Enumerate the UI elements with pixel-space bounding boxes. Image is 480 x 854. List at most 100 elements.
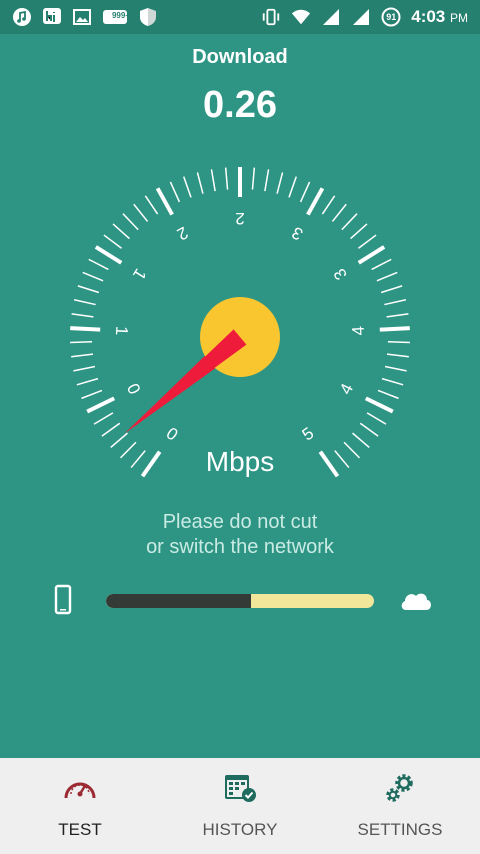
gauge-minor-tick xyxy=(112,223,130,240)
nav-label-history: HISTORY xyxy=(202,820,278,839)
gauge-scale-label: 0 xyxy=(123,381,144,398)
gauge-major-tick xyxy=(86,396,116,414)
gauge-minor-tick xyxy=(384,365,407,372)
gauge-minor-tick xyxy=(210,169,216,192)
gauge-minor-tick xyxy=(88,258,109,271)
vibrate-icon xyxy=(261,7,281,27)
gauge-minor-tick xyxy=(386,313,409,318)
cloud-icon xyxy=(401,593,431,610)
gauge-minor-tick xyxy=(377,389,399,400)
nav-label-settings: SETTINGS xyxy=(357,820,443,839)
gauge-scale-label: 0 xyxy=(163,424,182,445)
gauge-minor-tick xyxy=(376,271,398,282)
gauge-minor-tick xyxy=(264,169,270,192)
gauge-scale-label: 1 xyxy=(112,326,131,336)
gauge-minor-tick xyxy=(299,181,311,203)
gauge-minor-tick xyxy=(380,285,403,294)
gauge-scale-label: 3 xyxy=(330,265,351,283)
gauge-minor-tick xyxy=(133,203,149,222)
gauge-minor-tick xyxy=(81,389,103,400)
gauge-scale-label: 5 xyxy=(299,424,318,445)
gauge-minor-tick xyxy=(371,258,392,271)
gears-icon xyxy=(386,774,413,802)
gauge-minor-tick xyxy=(101,422,121,437)
gauge-minor-tick xyxy=(384,298,407,306)
signal-icon xyxy=(321,7,341,27)
gauge-minor-tick xyxy=(76,377,99,386)
gauge-scale-label: 4 xyxy=(349,326,368,336)
hi-app-icon xyxy=(42,7,62,27)
gauge-minor-tick xyxy=(103,234,122,249)
shield-icon xyxy=(138,7,158,27)
status-bar: 91 4:03 PM xyxy=(0,0,480,34)
gauge-minor-tick xyxy=(144,195,159,215)
gauge-major-tick xyxy=(379,326,410,332)
gauge-minor-tick xyxy=(196,172,204,194)
gauge-minor-tick xyxy=(350,223,368,240)
calendar-check-icon xyxy=(225,775,256,802)
gauge-minor-tick xyxy=(93,412,114,425)
gauge-minor-tick xyxy=(381,377,404,386)
gauge-scale-label: 2 xyxy=(235,209,244,228)
signal-icon xyxy=(351,7,371,27)
nav-tab-history[interactable]: HISTORY xyxy=(160,758,320,854)
gauge-minor-tick xyxy=(169,181,181,203)
gauge-minor-tick xyxy=(71,313,94,318)
gauge-minor-tick xyxy=(387,340,410,344)
gauge-scale-label: 4 xyxy=(336,381,357,398)
gauge-scale-label: 2 xyxy=(174,223,191,244)
gauge-minor-tick xyxy=(331,203,347,222)
progress-bar xyxy=(106,594,374,608)
battery-level: 91 xyxy=(386,12,397,22)
status-bar-right: 91 4:03 PM xyxy=(261,7,468,27)
image-icon xyxy=(72,7,92,27)
test-type-title: Download xyxy=(192,46,288,68)
nav-tab-settings[interactable]: SETTINGS xyxy=(320,758,480,854)
gauge-needle-tip xyxy=(124,329,247,434)
nav-label-test: TEST xyxy=(58,820,102,839)
gauge-scale-label: 1 xyxy=(129,265,150,283)
progress-bar-fill xyxy=(106,594,251,608)
speed-gauge: 0 0 1 1 2 2 3 3 4 4 5 xyxy=(70,167,410,478)
speedometer-icon xyxy=(64,782,96,799)
gauge-minor-tick xyxy=(366,412,387,425)
notice-line-1: Please do not cut xyxy=(162,511,318,533)
gauge-minor-tick xyxy=(183,176,192,198)
speed-unit: Mbps xyxy=(205,446,275,477)
gauge-minor-tick xyxy=(341,213,358,231)
nav-tab-test[interactable]: TEST xyxy=(0,758,160,854)
gauge-minor-tick xyxy=(73,298,96,306)
notification-badge-count: 999+ xyxy=(111,11,131,20)
gauge-major-tick xyxy=(364,396,394,414)
gauge-minor-tick xyxy=(122,213,139,231)
gauge-minor-tick xyxy=(224,167,229,190)
status-bar-left xyxy=(12,7,158,27)
bottom-navigation: TEST HISTORY SETTINGS xyxy=(0,758,480,854)
gauge-minor-tick xyxy=(73,365,96,372)
gauge-minor-tick xyxy=(71,353,94,358)
gauge-scale-label: 3 xyxy=(289,223,306,244)
music-note-icon xyxy=(12,7,32,27)
gauge-major-tick xyxy=(306,187,325,216)
gauge-minor-tick xyxy=(70,340,93,344)
network-notice: Please do not cut or switch the network xyxy=(0,510,480,560)
gauge-minor-tick xyxy=(358,234,377,249)
gauge-minor-tick xyxy=(359,422,379,437)
gauge-minor-tick xyxy=(77,285,100,294)
gauge-minor-tick xyxy=(82,271,104,282)
transfer-progress xyxy=(0,584,480,618)
wifi-icon xyxy=(291,7,311,27)
gauge-minor-tick xyxy=(321,195,336,215)
phone-icon xyxy=(54,584,72,615)
battery-icon: 91 xyxy=(381,7,401,27)
gauge-major-tick xyxy=(357,245,386,265)
gauge-minor-tick xyxy=(251,167,256,190)
gauge-major-tick xyxy=(70,326,101,332)
status-time: 4:03 PM xyxy=(411,7,468,26)
notice-line-2: or switch the network xyxy=(146,536,334,558)
gauge-major-tick xyxy=(94,245,123,265)
gauge-minor-tick xyxy=(386,353,409,358)
gauge-minor-tick xyxy=(288,176,297,198)
speed-value: 0.26 xyxy=(203,84,277,126)
gauge-major-tick xyxy=(155,187,174,216)
